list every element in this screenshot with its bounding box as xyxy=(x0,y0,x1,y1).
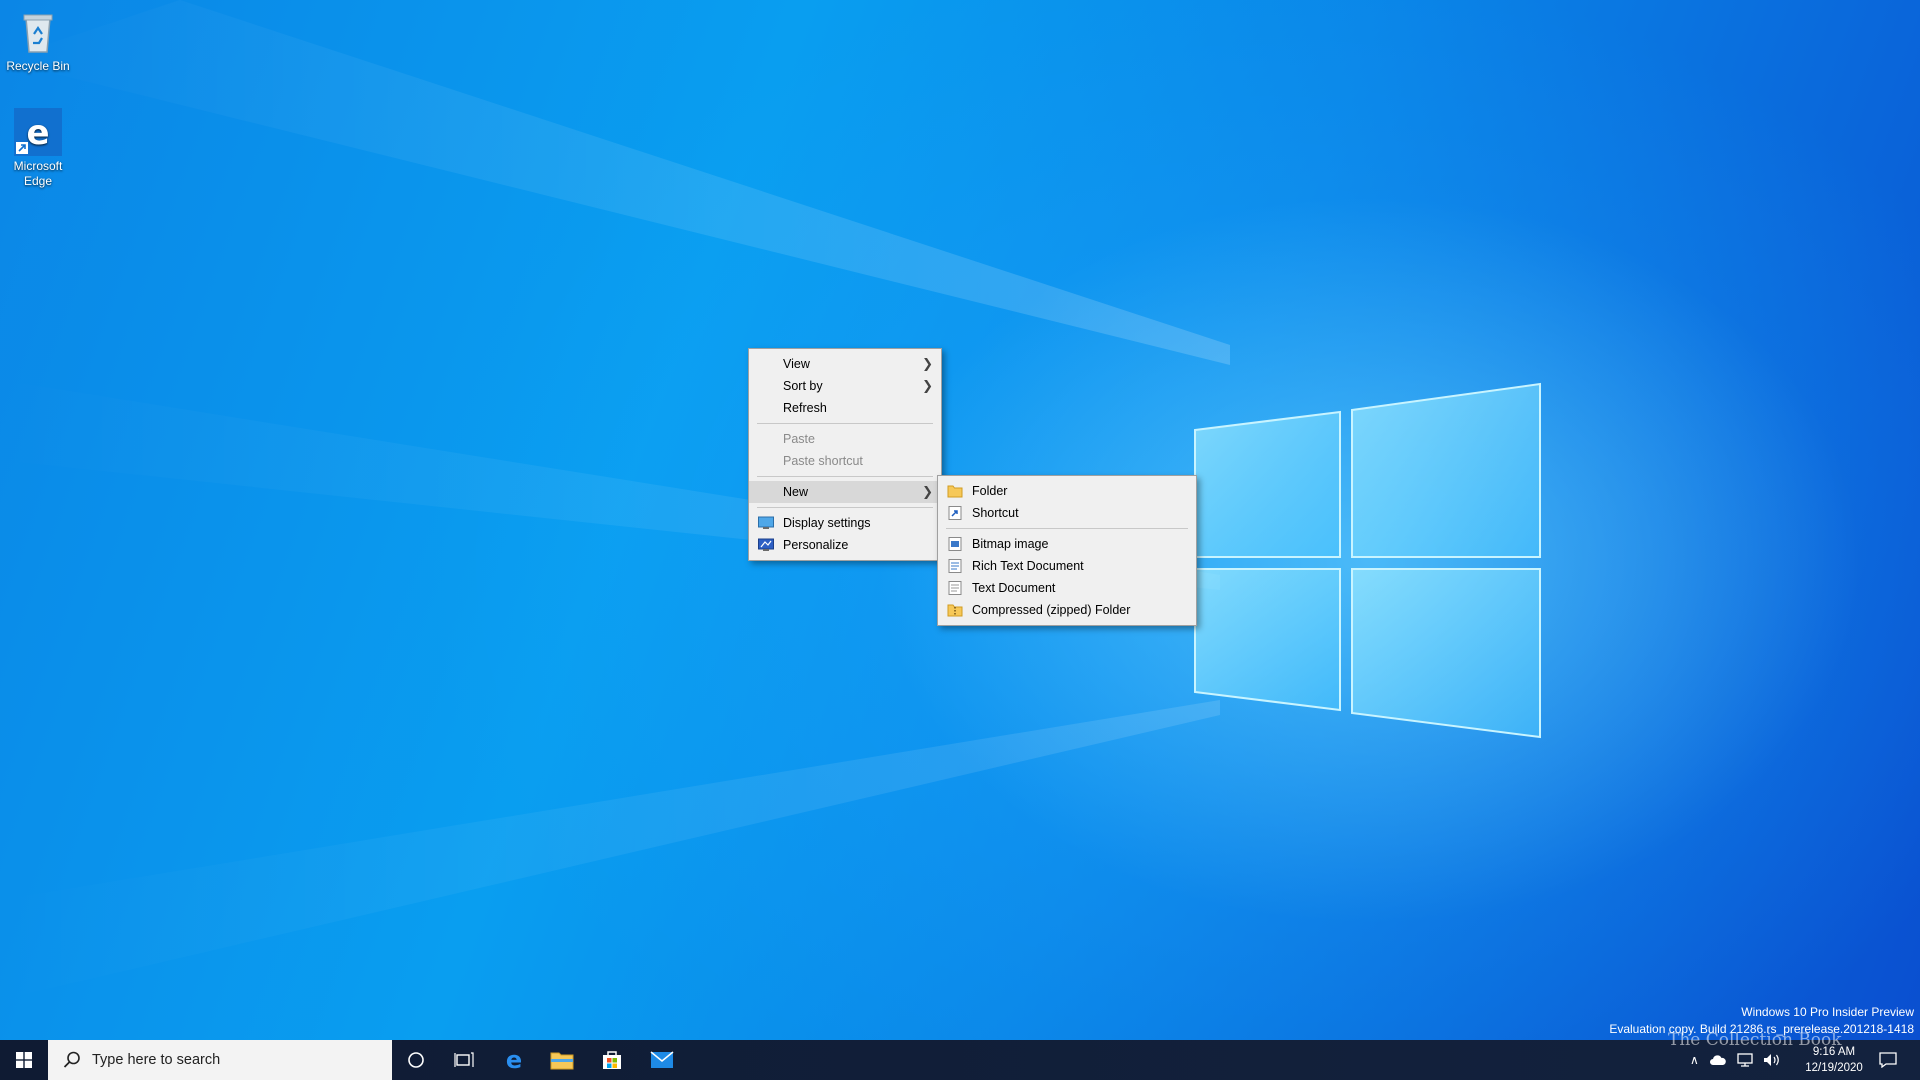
chevron-right-icon: ❯ xyxy=(922,356,933,371)
menu-item-refresh[interactable]: Refresh xyxy=(749,397,941,419)
menu-item-sort-by[interactable]: Sort by ❯ xyxy=(749,375,941,397)
search-placeholder: Type here to search xyxy=(92,1052,221,1068)
menu-item-label: Sort by xyxy=(783,379,823,393)
cortana-icon xyxy=(408,1052,424,1068)
menu-separator xyxy=(946,528,1188,529)
menu-item-paste: Paste xyxy=(749,428,941,450)
taskbar-edge-button[interactable]: e xyxy=(490,1040,538,1080)
menu-separator xyxy=(757,423,933,424)
submenu-item-label: Rich Text Document xyxy=(972,559,1084,573)
submenu-item-label: Text Document xyxy=(972,581,1056,595)
desktop-icon-microsoft-edge[interactable]: e Microsoft Edge xyxy=(0,108,76,189)
action-center-button[interactable] xyxy=(1868,1040,1908,1080)
store-icon xyxy=(603,1051,621,1069)
start-button[interactable] xyxy=(0,1040,48,1080)
submenu-item-label: Folder xyxy=(972,484,1008,498)
clock-date: 12/19/2020 xyxy=(1805,1062,1863,1074)
edge-icon: e xyxy=(14,108,62,156)
taskbar-store-button[interactable] xyxy=(588,1040,636,1080)
submenu-item-label: Shortcut xyxy=(972,506,1019,520)
menu-item-display-settings[interactable]: Display settings xyxy=(749,512,941,534)
chevron-right-icon: ❯ xyxy=(922,378,933,393)
zip-folder-icon xyxy=(947,604,963,617)
submenu-item-rich-text-document[interactable]: Rich Text Document xyxy=(938,555,1196,577)
new-submenu: Folder Shortcut Bitmap image Rich Text D… xyxy=(937,475,1197,626)
submenu-item-label: Bitmap image xyxy=(972,537,1049,551)
desktop-icon-recycle-bin[interactable]: Recycle Bin xyxy=(0,8,76,74)
file-explorer-icon xyxy=(550,1052,574,1070)
collection-book-logo: The Collection Book xyxy=(1668,1030,1842,1050)
svg-text:e: e xyxy=(26,113,49,153)
microsoft-edge-label: Microsoft Edge xyxy=(13,159,63,188)
chevron-right-icon: ❯ xyxy=(922,484,933,499)
edge-icon: e xyxy=(506,1048,522,1072)
task-view-icon xyxy=(454,1052,474,1067)
personalize-icon xyxy=(758,538,774,551)
menu-item-label: New xyxy=(783,485,809,499)
menu-item-label: Refresh xyxy=(783,401,827,415)
text-document-icon xyxy=(948,581,962,595)
menu-item-label: Paste xyxy=(783,432,815,446)
menu-item-label: Paste shortcut xyxy=(783,454,863,468)
onedrive-icon[interactable] xyxy=(1709,1054,1727,1066)
submenu-item-compressed-folder[interactable]: Compressed (zipped) Folder xyxy=(938,599,1196,621)
submenu-item-folder[interactable]: Folder xyxy=(938,480,1196,502)
submenu-item-shortcut[interactable]: Shortcut xyxy=(938,502,1196,524)
shortcut-icon xyxy=(948,506,962,520)
menu-separator xyxy=(757,507,933,508)
taskbar-mail-button[interactable] xyxy=(638,1040,686,1080)
volume-icon[interactable] xyxy=(1763,1053,1781,1067)
display-icon xyxy=(758,516,774,529)
menu-item-label: Display settings xyxy=(783,516,871,530)
network-icon[interactable] xyxy=(1737,1053,1753,1067)
menu-item-label: Personalize xyxy=(783,538,849,552)
mail-icon xyxy=(650,1051,674,1068)
menu-item-label: View xyxy=(783,357,810,371)
recycle-bin-icon xyxy=(14,8,62,56)
bitmap-icon xyxy=(948,537,962,551)
watermark-line-1: Windows 10 Pro Insider Preview xyxy=(1741,1005,1914,1019)
menu-item-personalize[interactable]: Personalize xyxy=(749,534,941,556)
taskbar: Type here to search e ∧ 9:16 AM 12/19/20… xyxy=(0,1040,1920,1080)
desktop-context-menu: View ❯ Sort by ❯ Refresh Paste Paste sho… xyxy=(748,348,942,561)
submenu-item-bitmap-image[interactable]: Bitmap image xyxy=(938,533,1196,555)
action-center-icon xyxy=(1879,1052,1897,1068)
tray-overflow-chevron-icon[interactable]: ∧ xyxy=(1690,1053,1699,1067)
submenu-item-label: Compressed (zipped) Folder xyxy=(972,603,1131,617)
menu-item-paste-shortcut: Paste shortcut xyxy=(749,450,941,472)
menu-separator xyxy=(757,476,933,477)
menu-item-new[interactable]: New ❯ xyxy=(749,481,941,503)
cortana-button[interactable] xyxy=(392,1040,440,1080)
taskbar-search-box[interactable]: Type here to search xyxy=(48,1040,392,1080)
rich-text-icon xyxy=(948,559,962,573)
task-view-button[interactable] xyxy=(440,1040,488,1080)
search-icon xyxy=(63,1051,80,1068)
submenu-item-text-document[interactable]: Text Document xyxy=(938,577,1196,599)
windows-start-icon xyxy=(16,1052,32,1068)
windows-wallpaper-logo xyxy=(1194,382,1541,739)
folder-icon xyxy=(947,485,963,498)
taskbar-file-explorer-button[interactable] xyxy=(538,1040,586,1080)
recycle-bin-label: Recycle Bin xyxy=(6,59,70,73)
svg-text:e: e xyxy=(506,1048,522,1072)
desktop[interactable]: Recycle Bin e Microsoft Edge View ❯ Sort… xyxy=(0,0,1920,1040)
menu-item-view[interactable]: View ❯ xyxy=(749,353,941,375)
